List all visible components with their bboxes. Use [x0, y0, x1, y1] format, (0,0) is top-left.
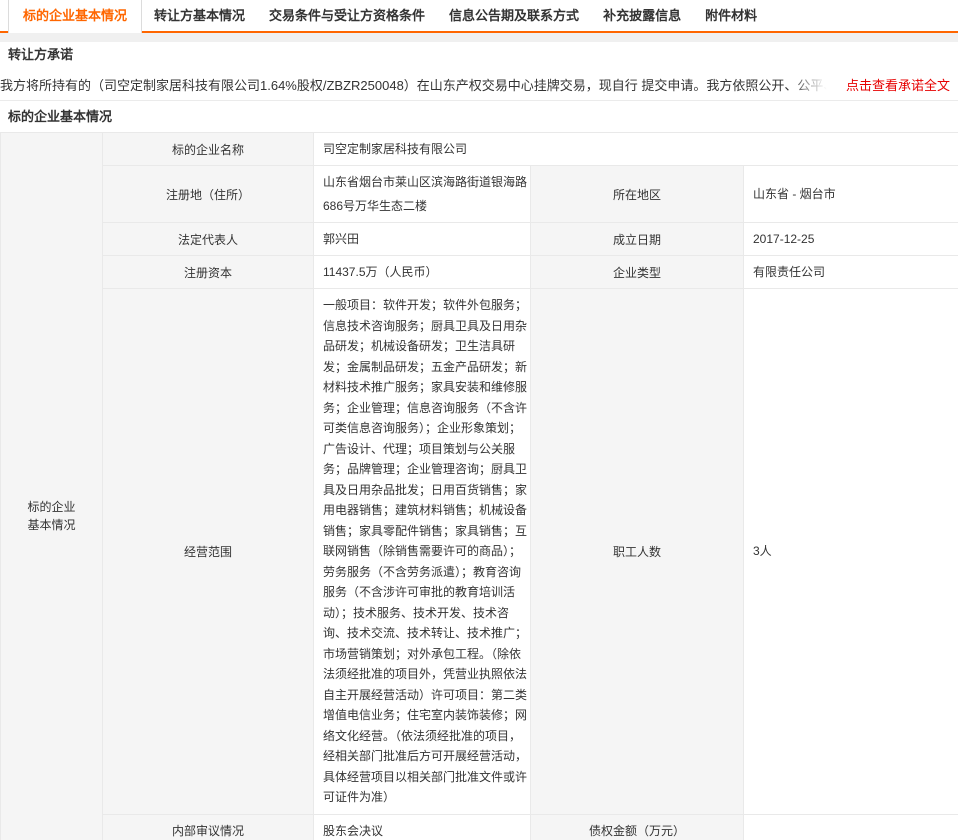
- value-internal-review: 股东会决议: [314, 814, 531, 840]
- side-group-label: 标的企业 基本情况: [1, 133, 103, 840]
- tab-announcement-contact[interactable]: 信息公告期及联系方式: [437, 0, 591, 31]
- tab-bar: 标的企业基本情况 转让方基本情况 交易条件与受让方资格条件 信息公告期及联系方式…: [0, 0, 958, 33]
- value-establish-date: 2017-12-25: [744, 223, 958, 256]
- company-info-table: 标的企业 基本情况 标的企业名称 司空定制家居科技有限公司 注册地（住所） 山东…: [0, 132, 958, 840]
- value-registered-capital: 11437.5万（人民币）: [314, 256, 531, 289]
- label-establish-date: 成立日期: [531, 223, 744, 256]
- promise-section-title: 转让方承诺: [0, 42, 958, 68]
- promise-row: 我方将所持有的（司空定制家居科技有限公司1.64%股权/ZBZR250048）在…: [0, 68, 958, 100]
- table-row: 法定代表人 郭兴田 成立日期 2017-12-25: [1, 223, 958, 256]
- label-registered-capital: 注册资本: [103, 256, 314, 289]
- tab-target-company-info[interactable]: 标的企业基本情况: [8, 0, 142, 33]
- tab-trade-conditions[interactable]: 交易条件与受让方资格条件: [257, 0, 437, 31]
- view-full-promise-link[interactable]: 点击查看承诺全文: [836, 75, 958, 94]
- label-internal-review: 内部审议情况: [103, 814, 314, 840]
- value-company-name: 司空定制家居科技有限公司: [314, 133, 958, 166]
- side-label-line2: 基本情况: [27, 518, 75, 532]
- label-debt-amount: 债权金额（万元）: [531, 814, 744, 840]
- page-gap-strip: [0, 33, 958, 42]
- promise-text: 我方将所持有的（司空定制家居科技有限公司1.64%股权/ZBZR250048）在…: [0, 75, 836, 94]
- table-row: 注册资本 11437.5万（人民币） 企业类型 有限责任公司: [1, 256, 958, 289]
- label-company-name: 标的企业名称: [103, 133, 314, 166]
- value-legal-representative: 郭兴田: [314, 223, 531, 256]
- label-registered-address: 注册地（住所）: [103, 166, 314, 223]
- label-region: 所在地区: [531, 166, 744, 223]
- value-company-type: 有限责任公司: [744, 256, 958, 289]
- label-employee-count: 职工人数: [531, 289, 744, 815]
- tab-supplementary-disclosure[interactable]: 补充披露信息: [591, 0, 693, 31]
- label-business-scope: 经营范围: [103, 289, 314, 815]
- value-business-scope: 一般项目：软件开发；软件外包服务；信息技术咨询服务；厨具卫具及日用杂品研发；机械…: [314, 289, 531, 815]
- label-legal-representative: 法定代表人: [103, 223, 314, 256]
- tab-attachments[interactable]: 附件材料: [693, 0, 769, 31]
- table-row: 注册地（住所） 山东省烟台市莱山区滨海路街道银海路686号万华生态二楼 所在地区…: [1, 166, 958, 223]
- value-employee-count: 3人: [744, 289, 958, 815]
- value-debt-amount: [744, 814, 958, 840]
- tab-transferor-info[interactable]: 转让方基本情况: [142, 0, 257, 31]
- side-label-line1: 标的企业: [27, 500, 75, 514]
- company-section-title: 标的企业基本情况: [0, 101, 958, 132]
- table-row: 标的企业 基本情况 标的企业名称 司空定制家居科技有限公司: [1, 133, 958, 166]
- table-row: 经营范围 一般项目：软件开发；软件外包服务；信息技术咨询服务；厨具卫具及日用杂品…: [1, 289, 958, 815]
- value-region: 山东省 - 烟台市: [744, 166, 958, 223]
- table-row: 内部审议情况 股东会决议 债权金额（万元）: [1, 814, 958, 840]
- label-company-type: 企业类型: [531, 256, 744, 289]
- value-registered-address: 山东省烟台市莱山区滨海路街道银海路686号万华生态二楼: [314, 166, 531, 223]
